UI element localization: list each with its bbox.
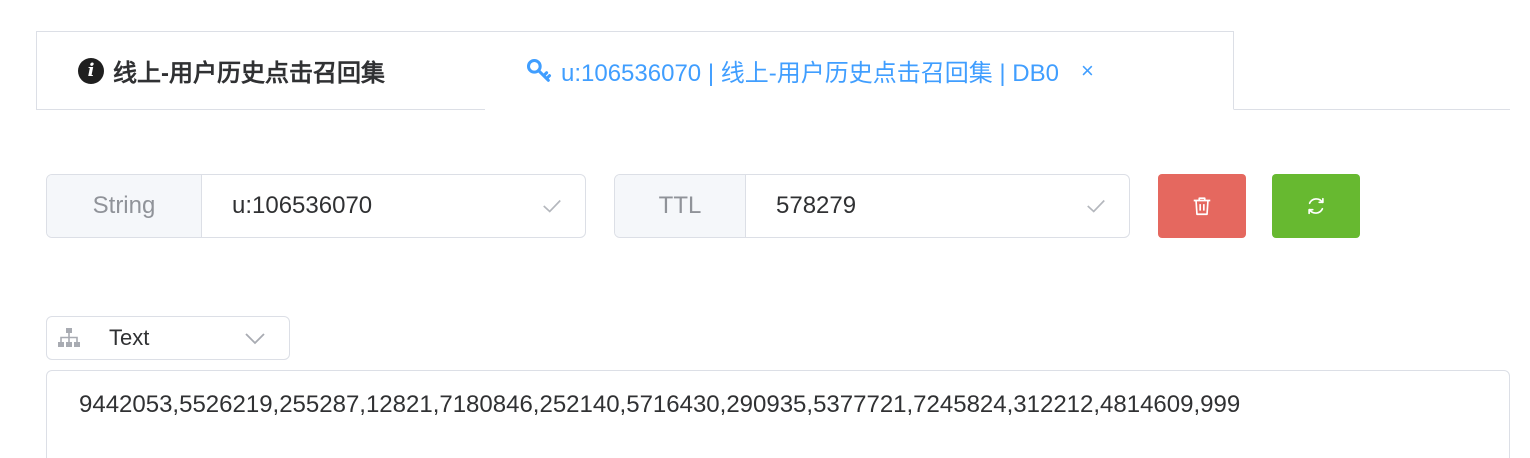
chevron-down-icon <box>245 333 265 345</box>
key-name-group: String u:106536070 <box>46 174 586 238</box>
close-icon[interactable]: × <box>1081 58 1094 84</box>
key-type-label: String <box>47 175 202 237</box>
value-format-label: Text <box>109 325 150 350</box>
tree-structure-icon <box>58 328 80 347</box>
refresh-icon <box>1308 197 1324 215</box>
key-name-value: u:106536070 <box>232 192 373 219</box>
value-format-select[interactable]: Text <box>46 316 290 360</box>
ttl-value: 578279 <box>776 192 857 219</box>
tab-key-detail-label: u:106536070 | 线上-用户历史点击召回集 | DB0 <box>561 60 1059 87</box>
delete-key-button[interactable] <box>1158 174 1246 238</box>
tab-key-detail[interactable]: u:106536070 | 线上-用户历史点击召回集 | DB0 × <box>485 31 1234 110</box>
check-icon[interactable] <box>1085 195 1107 217</box>
key-icon <box>526 58 552 82</box>
key-name-input[interactable]: u:106536070 <box>202 175 585 237</box>
value-textarea[interactable]: 9442053,5526219,255287,12821,7180846,252… <box>46 370 1510 458</box>
tab-connection[interactable]: i 线上-用户历史点击召回集 <box>36 31 486 110</box>
ttl-input[interactable]: 578279 <box>746 175 1129 237</box>
tab-connection-label: 线上-用户历史点击召回集 <box>113 60 385 87</box>
refresh-key-button[interactable] <box>1272 174 1360 238</box>
check-icon[interactable] <box>541 195 563 217</box>
trash-icon <box>1193 197 1211 216</box>
ttl-label: TTL <box>615 175 746 237</box>
info-icon: i <box>78 57 104 84</box>
key-detail-view: i 线上-用户历史点击召回集 u:106536070 | 线上-用户历史点击召回… <box>0 0 1530 458</box>
ttl-group: TTL 578279 <box>614 174 1130 238</box>
